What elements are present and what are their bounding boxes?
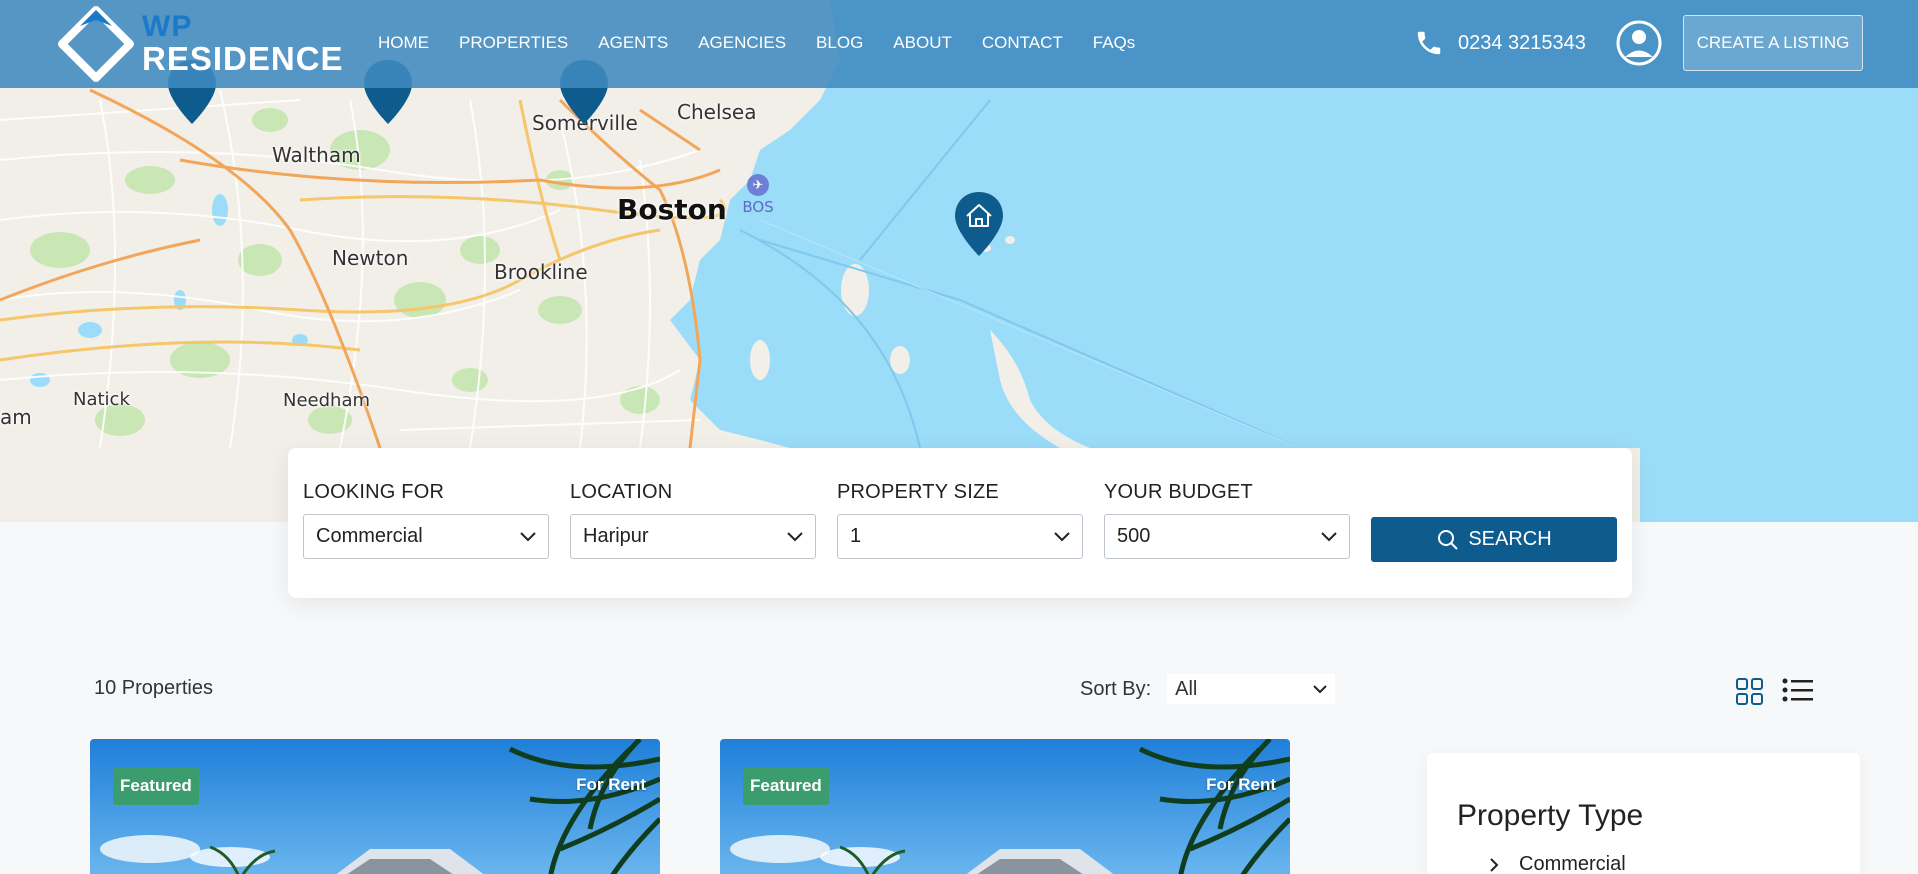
property-size-field: PROPERTY SIZE 1	[837, 481, 1083, 559]
property-type-title: Property Type	[1457, 799, 1644, 832]
map-pin-house[interactable]	[953, 190, 1005, 258]
featured-badge: Featured	[743, 767, 829, 805]
site-header: WP RESIDENCE HOME PROPERTIES AGENTS AGEN…	[0, 0, 1918, 88]
property-photo	[720, 739, 1290, 874]
phone-number: 0234 3215343	[1458, 31, 1586, 54]
airport-code: BOS	[742, 198, 774, 216]
featured-badge: Featured	[113, 767, 199, 805]
airport-marker: ✈ BOS	[738, 174, 778, 216]
property-card[interactable]: Featured For Rent	[90, 739, 660, 874]
site-logo[interactable]: WP RESIDENCE	[58, 6, 343, 82]
sort-label: Sort By:	[1080, 677, 1152, 700]
property-size-value: 1	[850, 525, 862, 547]
results-count: 10 Properties	[94, 677, 213, 699]
map-label-needham: Needham	[283, 390, 371, 411]
looking-for-select[interactable]: Commercial	[303, 514, 549, 559]
sort-value: All	[1175, 677, 1198, 700]
looking-for-value: Commercial	[316, 525, 423, 547]
nav-contact[interactable]: CONTACT	[982, 33, 1063, 53]
nav-faqs[interactable]: FAQs	[1093, 33, 1136, 53]
user-account-icon[interactable]	[1616, 20, 1662, 66]
location-select[interactable]: Haripur	[570, 514, 816, 559]
nav-blog[interactable]: BLOG	[816, 33, 863, 53]
looking-for-field: LOOKING FOR Commercial	[303, 481, 549, 559]
property-photo	[90, 739, 660, 874]
map-label-boston: Boston	[617, 193, 727, 226]
sort-control: Sort By: All	[1080, 674, 1336, 704]
search-icon	[1438, 529, 1459, 550]
header-phone[interactable]: 0234 3215343	[1414, 28, 1586, 58]
phone-icon	[1417, 31, 1441, 55]
nav-agents[interactable]: AGENTS	[598, 33, 668, 53]
budget-label: YOUR BUDGET	[1104, 481, 1253, 503]
status-badge: For Rent	[1206, 775, 1276, 794]
budget-field: YOUR BUDGET 500	[1104, 481, 1350, 559]
property-card[interactable]: Featured For Rent	[720, 739, 1290, 874]
map-label-waltham: Waltham	[272, 143, 361, 167]
map-label-partial: am	[0, 405, 32, 429]
chevron-down-icon	[1321, 531, 1337, 541]
airplane-icon: ✈	[747, 174, 769, 196]
nav-about[interactable]: ABOUT	[893, 33, 952, 53]
search-button[interactable]: SEARCH	[1371, 517, 1617, 562]
chevron-down-icon	[1313, 684, 1327, 693]
map-label-natick: Natick	[73, 389, 130, 410]
logo-text-residence: RESIDENCE	[142, 40, 344, 77]
list-view-icon[interactable]	[1782, 677, 1814, 705]
budget-value: 500	[1117, 525, 1151, 547]
nav-home[interactable]: HOME	[378, 33, 429, 53]
location-label: LOCATION	[570, 481, 673, 503]
looking-for-label: LOOKING FOR	[303, 481, 445, 503]
nav-agencies[interactable]: AGENCIES	[698, 33, 786, 53]
chevron-down-icon	[1054, 531, 1070, 541]
main-nav: HOME PROPERTIES AGENTS AGENCIES BLOG ABO…	[378, 33, 1165, 53]
chevron-down-icon	[520, 531, 536, 541]
search-button-label: SEARCH	[1468, 528, 1552, 550]
nav-properties[interactable]: PROPERTIES	[459, 33, 568, 53]
sort-select[interactable]: All	[1167, 674, 1336, 704]
property-type-item-commercial[interactable]: Commercial	[1489, 853, 1626, 874]
property-size-select[interactable]: 1	[837, 514, 1083, 559]
grid-view-icon[interactable]	[1735, 677, 1765, 707]
logo-text-wp: WP	[142, 10, 193, 43]
map-label-newton: Newton	[332, 246, 409, 270]
search-form: LOOKING FOR Commercial LOCATION Haripur …	[288, 448, 1632, 598]
map-label-chelsea: Chelsea	[677, 100, 757, 124]
budget-select[interactable]: 500	[1104, 514, 1350, 559]
property-type-widget: Property Type Commercial	[1427, 753, 1860, 874]
property-size-label: PROPERTY SIZE	[837, 481, 999, 503]
create-listing-button[interactable]: CREATE A LISTING	[1683, 15, 1863, 71]
logo-diamond-icon	[58, 6, 134, 82]
map-label-brookline: Brookline	[494, 260, 588, 284]
chevron-down-icon	[787, 531, 803, 541]
chevron-right-icon	[1490, 857, 1499, 872]
location-field: LOCATION Haripur	[570, 481, 816, 559]
location-value: Haripur	[583, 525, 649, 547]
property-type-item-label: Commercial	[1519, 853, 1626, 874]
status-badge: For Rent	[576, 775, 646, 794]
